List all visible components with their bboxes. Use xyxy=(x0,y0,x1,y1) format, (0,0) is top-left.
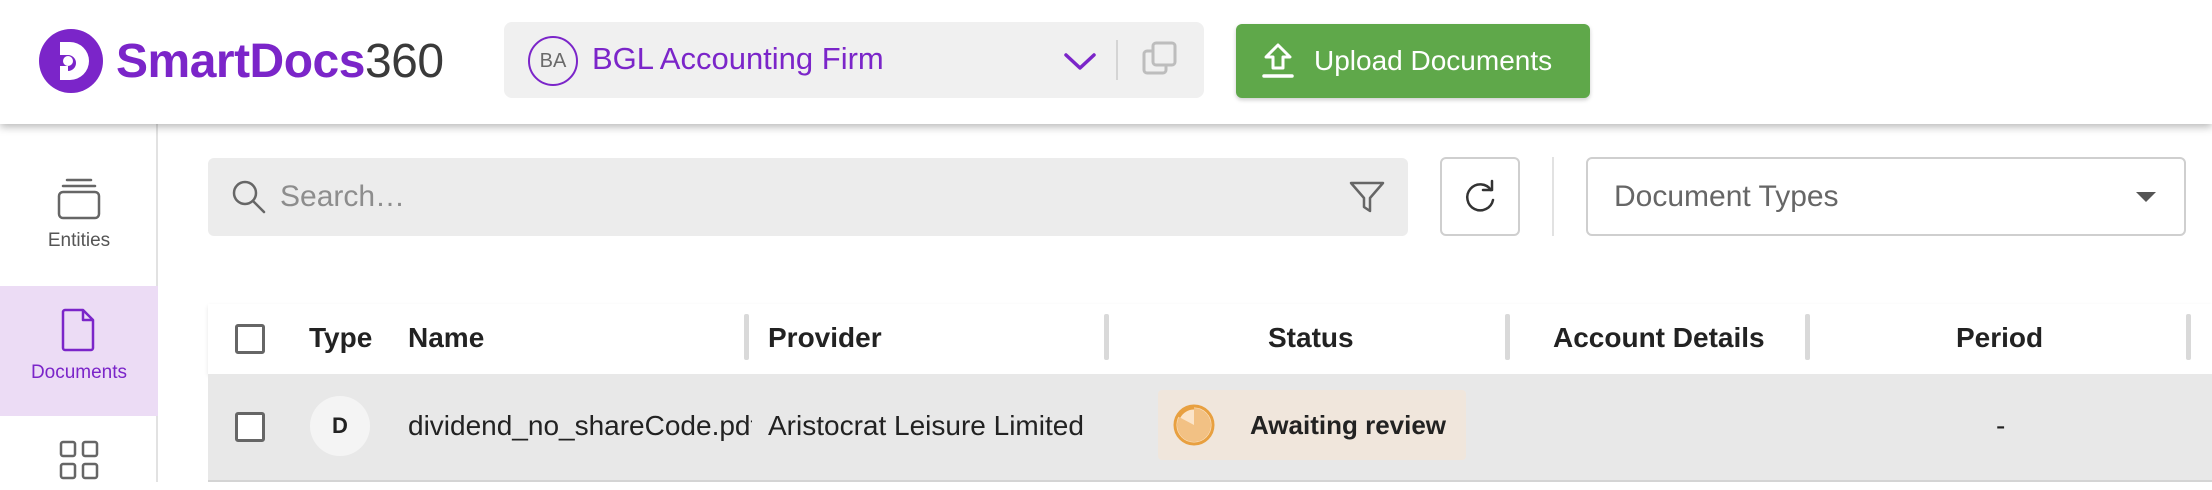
sidebar-item-entities[interactable]: Entities xyxy=(0,176,158,266)
column-header-status[interactable]: Status xyxy=(1268,322,1354,354)
status-badge: Awaiting review xyxy=(1158,390,1466,460)
row-checkbox[interactable] xyxy=(235,412,265,442)
refresh-icon xyxy=(1466,179,1495,212)
sidebar-item-apps[interactable] xyxy=(0,440,158,490)
column-resize-handle[interactable] xyxy=(2186,314,2191,360)
org-avatar: BA xyxy=(528,36,578,86)
document-name[interactable]: dividend_no_shareCode.pdf xyxy=(408,410,752,442)
document-provider: Aristocrat Leisure Limited xyxy=(768,410,1084,441)
pending-clock-icon xyxy=(1173,404,1215,446)
search-bar xyxy=(208,158,1408,236)
upload-button-label: Upload Documents xyxy=(1314,45,1553,76)
table-header: Type Name Provider Status Account Detail… xyxy=(208,304,2212,374)
column-header-account-details[interactable]: Account Details xyxy=(1553,322,1765,354)
document-types-select[interactable]: Document Types xyxy=(1586,157,2186,236)
document-period: - xyxy=(1996,410,2006,441)
sidebar: Entities Documents xyxy=(0,124,158,482)
upload-documents-button[interactable]: Upload Documents xyxy=(1236,24,1590,98)
search-input[interactable] xyxy=(280,174,1280,220)
refresh-button[interactable] xyxy=(1440,157,1520,236)
smartdocs-logo-icon xyxy=(39,29,103,93)
column-header-name[interactable]: Name xyxy=(408,322,484,354)
sidebar-item-label: Entities xyxy=(47,230,111,251)
org-divider xyxy=(1116,40,1118,80)
status-text: Awaiting review xyxy=(1250,409,1447,440)
filter-icon[interactable] xyxy=(1348,178,1386,216)
document-types-label: Document Types xyxy=(1614,180,1839,213)
column-resize-handle[interactable] xyxy=(1505,314,1510,360)
select-all-checkbox[interactable] xyxy=(235,324,265,354)
organization-selector[interactable]: BA BGL Accounting Firm xyxy=(504,22,1204,98)
column-header-provider[interactable]: Provider xyxy=(768,322,882,354)
documents-table: Type Name Provider Status Account Detail… xyxy=(208,304,2212,482)
logo-text: SmartDocs360 xyxy=(116,34,444,89)
column-resize-handle[interactable] xyxy=(1104,314,1109,360)
sidebar-item-label: Documents xyxy=(30,362,128,383)
logo-brand: SmartDocs xyxy=(116,34,365,88)
sidebar-item-documents[interactable]: Documents xyxy=(0,286,158,416)
app-logo[interactable]: SmartDocs360 xyxy=(38,26,444,96)
stack-icon xyxy=(57,178,101,220)
chevron-down-icon[interactable] xyxy=(1060,46,1100,76)
caret-down-icon xyxy=(2136,192,2156,202)
logo-number: 360 xyxy=(364,34,444,88)
copy-icon[interactable] xyxy=(1140,39,1180,79)
search-icon xyxy=(232,180,266,214)
column-resize-handle[interactable] xyxy=(1805,314,1810,360)
column-header-period[interactable]: Period xyxy=(1956,322,2043,354)
upload-icon xyxy=(1262,43,1294,78)
top-header: SmartDocs360 BA BGL Accounting Firm Uplo… xyxy=(0,0,2212,124)
table-row[interactable]: D dividend_no_shareCode.pdf Aristocrat L… xyxy=(208,374,2212,482)
document-type-badge: D xyxy=(310,396,370,456)
toolbar-divider xyxy=(1552,157,1554,236)
column-header-type[interactable]: Type xyxy=(309,322,372,354)
grid-icon xyxy=(59,440,99,480)
org-name: BGL Accounting Firm xyxy=(592,41,884,76)
column-resize-handle[interactable] xyxy=(744,314,749,360)
document-icon xyxy=(61,308,95,352)
